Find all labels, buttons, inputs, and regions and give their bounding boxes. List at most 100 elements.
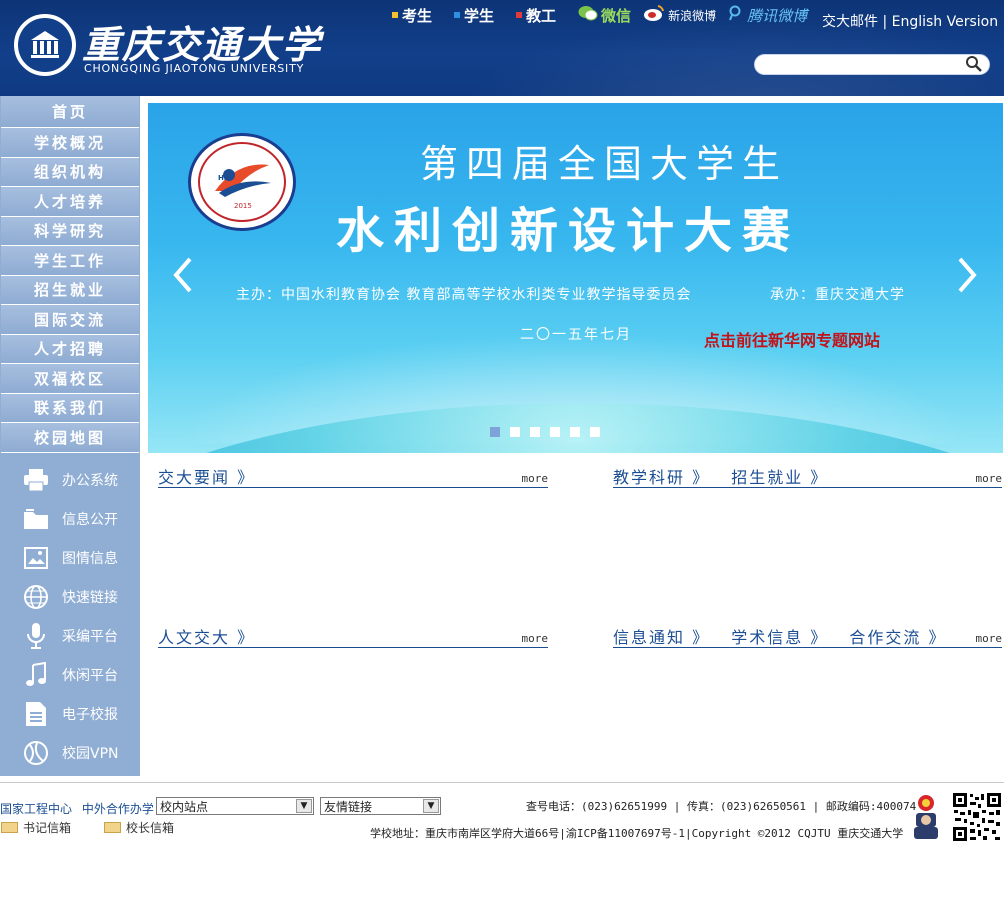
mail-english-links[interactable]: 交大邮件 | English Version — [822, 11, 998, 31]
tool-label: 办公系统 — [62, 472, 118, 489]
top-link-student[interactable]: 学生 — [454, 5, 494, 26]
nav-organization[interactable]: 组织机构 — [1, 157, 139, 187]
mailbox-label: 书记信箱 — [23, 821, 72, 835]
globe-icon — [22, 584, 50, 610]
tool-label: 图情信息 — [62, 550, 118, 567]
music-icon — [22, 661, 50, 688]
tool-leisure-platform[interactable]: 休闲平台 — [0, 655, 140, 694]
banner-dot-1[interactable] — [490, 427, 500, 437]
social-label: 腾讯微博 — [747, 6, 808, 25]
social-label: 新浪微博 — [668, 8, 717, 23]
nav-student-affairs[interactable]: 学生工作 — [1, 246, 139, 276]
nav-home[interactable]: 首页 — [1, 96, 139, 128]
tool-library-info[interactable]: 图情信息 — [0, 538, 140, 577]
badge-text: HID — [218, 174, 233, 182]
banner-dot-5[interactable] — [570, 427, 580, 437]
left-navigation: 首页 学校概况 组织机构 人才培养 科学研究 学生工作 招生就业 国际交流 人才… — [0, 96, 140, 776]
nav-research[interactable]: 科学研究 — [1, 216, 139, 246]
nav-campus-map[interactable]: 校园地图 — [1, 423, 139, 453]
site-header: 重庆交通大学 CHONGQING JIAOTONG UNIVERSITY 考生 … — [0, 0, 1004, 96]
tool-list: 办公系统 信息公开 图情信息 快速链接 采编平台 休闲平台 电子校报 校园VPN — [0, 460, 140, 772]
banner-host: 主办：中国水利教育协会 教育部高等学校水利类专业教学指导委员会 — [236, 287, 692, 303]
secretary-mailbox[interactable]: 书记信箱 — [1, 819, 71, 836]
envelope-icon — [1, 822, 18, 833]
top-link-label: 教工 — [526, 6, 557, 25]
tool-label: 休闲平台 — [62, 667, 118, 684]
banner-date: 二〇一五年七月 — [520, 327, 632, 343]
search-icon[interactable] — [965, 55, 983, 77]
footer-link-national-center[interactable]: 国家工程中心 — [0, 802, 72, 816]
microphone-icon — [22, 622, 50, 649]
tool-office-system[interactable]: 办公系统 — [0, 460, 140, 499]
top-links: 考生 学生 教工 微信 新浪微博 腾讯微博 — [392, 5, 819, 25]
brand-chinese-name[interactable]: 重庆交通大学 — [82, 14, 322, 69]
more-link[interactable]: more — [976, 472, 1003, 485]
envelope-icon — [104, 822, 121, 833]
vpn-icon — [22, 740, 50, 766]
site-select[interactable]: 校内站点 ▼ — [156, 797, 314, 815]
chevron-down-icon: ▼ — [423, 799, 439, 813]
hero-banner[interactable]: HID 2015 第四届全国大学生 水利创新设计大赛 主办：中国水利教育协会 教… — [148, 103, 1003, 453]
more-link[interactable]: more — [522, 472, 549, 485]
banner-organizer: 承办：重庆交通大学 — [770, 287, 905, 303]
document-icon — [22, 701, 50, 727]
nav-shuangfu-campus[interactable]: 双福校区 — [1, 364, 139, 394]
tool-editing-platform[interactable]: 采编平台 — [0, 616, 140, 655]
nav-admission[interactable]: 招生就业 — [1, 275, 139, 305]
brand-english-name: CHONGQING JIAOTONG UNIVERSITY — [84, 62, 305, 75]
tool-campus-vpn[interactable]: 校园VPN — [0, 733, 140, 772]
section-tab-cooperation[interactable]: 合作交流 》 — [849, 628, 946, 647]
nav-education[interactable]: 人才培养 — [1, 187, 139, 217]
section-title: 人文交大 》 — [158, 624, 269, 648]
police-badge-icon[interactable] — [910, 793, 942, 841]
social-tencent-weibo[interactable]: 腾讯微博 — [728, 5, 807, 26]
qr-code — [952, 792, 1002, 842]
search-input[interactable] — [765, 56, 965, 76]
top-link-examinee[interactable]: 考生 — [392, 5, 432, 26]
tool-info-disclosure[interactable]: 信息公开 — [0, 499, 140, 538]
section-teaching: 教学科研 》 招生就业 》 more — [613, 466, 1002, 488]
section-tab-teaching[interactable]: 教学科研 》 — [613, 468, 710, 487]
more-link[interactable]: more — [522, 632, 549, 645]
banner-dot-4[interactable] — [550, 427, 560, 437]
nav-international[interactable]: 国际交流 — [1, 305, 139, 335]
bullet-icon — [392, 12, 398, 18]
banner-dot-6[interactable] — [590, 427, 600, 437]
friend-link-select[interactable]: 友情链接 ▼ — [320, 797, 441, 815]
more-link[interactable]: more — [976, 632, 1003, 645]
university-logo[interactable] — [14, 14, 76, 76]
tool-e-newspaper[interactable]: 电子校报 — [0, 694, 140, 733]
section-news: 交大要闻 》 more — [158, 466, 548, 488]
social-label: 微信 — [601, 6, 632, 25]
section-tab-academic[interactable]: 学术信息 》 — [731, 628, 828, 647]
president-mailbox[interactable]: 校长信箱 — [104, 819, 174, 836]
tool-label: 电子校报 — [62, 706, 118, 723]
banner-title-line2: 水利创新设计大赛 — [336, 203, 801, 259]
section-title: 教学科研 》 招生就业 》 — [613, 464, 842, 488]
nav-recruitment[interactable]: 人才招聘 — [1, 334, 139, 364]
nav-overview[interactable]: 学校概况 — [1, 128, 139, 158]
tool-quick-links[interactable]: 快速链接 — [0, 577, 140, 616]
section-tab-news[interactable]: 交大要闻 》 — [158, 468, 255, 487]
banner-dot-3[interactable] — [530, 427, 540, 437]
top-link-staff[interactable]: 教工 — [516, 5, 556, 26]
tool-label: 快速链接 — [62, 589, 118, 606]
folder-icon — [22, 506, 50, 532]
footer-link-joint-program[interactable]: 中外合作办学 — [82, 802, 154, 816]
banner-next-arrow-icon[interactable] — [956, 255, 980, 304]
banner-dot-2[interactable] — [510, 427, 520, 437]
chevron-down-icon: ▼ — [296, 799, 312, 813]
section-tab-notice[interactable]: 信息通知 》 — [613, 628, 710, 647]
banner-cta-link[interactable]: 点击前往新华网专题网站 — [704, 327, 880, 351]
image-icon — [22, 545, 50, 571]
nav-contact[interactable]: 联系我们 — [1, 393, 139, 423]
printer-icon — [22, 467, 50, 493]
section-culture: 人文交大 》 more — [158, 626, 548, 648]
friend-link-select-value: 友情链接 — [324, 799, 373, 814]
section-tab-culture[interactable]: 人文交大 》 — [158, 628, 255, 647]
social-weibo[interactable]: 新浪微博 — [643, 4, 716, 26]
section-tab-admission[interactable]: 招生就业 》 — [731, 468, 828, 487]
banner-prev-arrow-icon[interactable] — [170, 255, 194, 304]
badge-year: 2015 — [234, 202, 252, 210]
social-wechat[interactable]: 微信 — [578, 5, 631, 26]
